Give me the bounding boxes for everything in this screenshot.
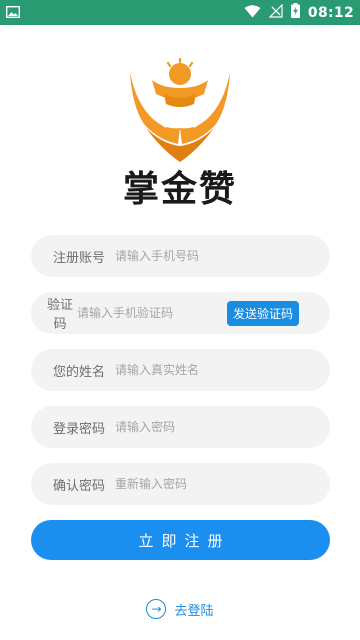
password-field[interactable]: 登录密码 [31,406,330,448]
brand-name: 掌金赞 [122,169,237,210]
app-logo [128,57,232,168]
go-login-link[interactable]: → 去登陆 [0,599,360,619]
account-label: 注册账号 [52,250,105,266]
name-field[interactable]: 您的姓名 [31,349,330,391]
status-time: 08:12 [307,4,354,21]
wifi-icon [244,3,261,22]
arrow-right-icon: → [146,599,167,619]
status-bar: 08:12 [0,0,360,25]
password-input[interactable] [113,420,330,434]
password-label: 登录密码 [52,421,105,437]
confirm-password-input[interactable] [113,477,330,491]
verification-code-input[interactable] [74,306,227,320]
register-button[interactable]: 立即注册 [31,520,330,560]
verification-code-field[interactable]: 验证码 发送验证码 [31,292,330,334]
verification-code-label: 验证码 [46,298,73,332]
account-field[interactable]: 注册账号 [31,235,330,277]
battery-charging-icon [290,3,300,22]
image-icon [5,3,21,22]
go-login-label: 去登陆 [174,603,214,619]
send-code-button[interactable]: 发送验证码 [226,300,299,326]
confirm-password-label: 确认密码 [52,478,105,494]
phone-input[interactable] [113,249,330,263]
signal-icon [268,3,283,22]
name-input[interactable] [113,363,330,377]
confirm-password-field[interactable]: 确认密码 [31,463,330,505]
name-label: 您的姓名 [52,364,105,380]
